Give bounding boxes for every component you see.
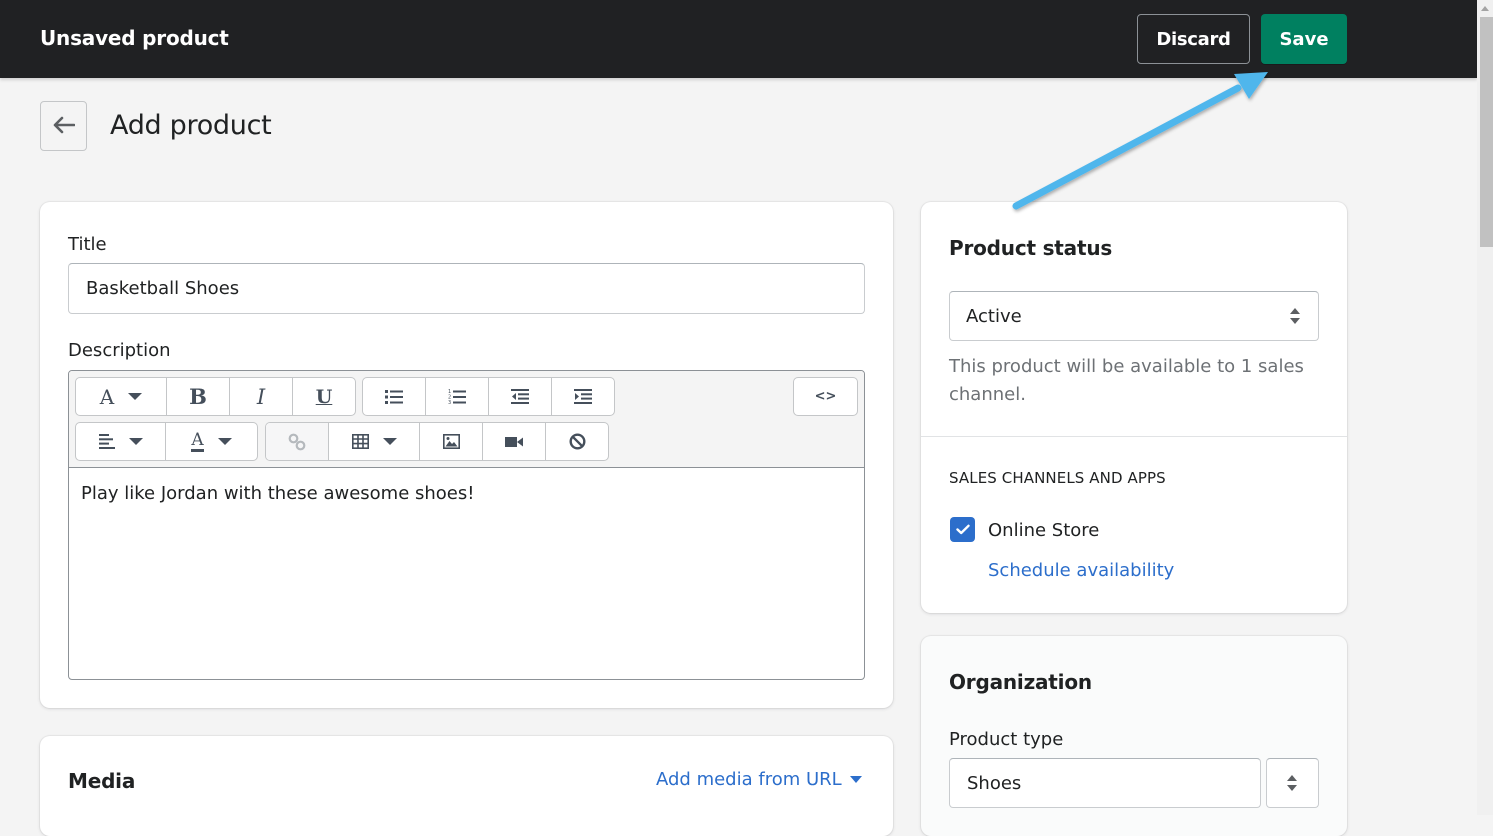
scrollbar-thumb[interactable] [1480, 17, 1493, 247]
description-label: Description [68, 340, 171, 361]
font-icon: A [99, 384, 115, 409]
code-icon: <> [814, 389, 837, 404]
text-color-button[interactable]: A [166, 423, 257, 460]
alignment-color-group: A [75, 422, 258, 461]
section-divider [921, 436, 1347, 437]
online-store-checkbox[interactable] [950, 517, 975, 542]
chevron-down-icon [128, 438, 143, 445]
outdent-icon [511, 389, 529, 404]
discard-button[interactable]: Discard [1137, 14, 1250, 64]
caret-down-icon [849, 776, 862, 783]
description-editor[interactable]: A B I U 123 <> A Play like Jordan with t… [68, 370, 865, 680]
select-arrows-icon [1290, 308, 1300, 324]
product-type-select-button[interactable] [1266, 758, 1319, 808]
status-select-value: Active [966, 305, 1022, 327]
html-toggle-group: <> [793, 377, 858, 416]
title-label: Title [68, 234, 107, 255]
text-color-icon: A [191, 429, 204, 452]
status-help-text: This product will be available to 1 sale… [949, 356, 1304, 405]
italic-icon: I [256, 384, 266, 409]
checkmark-icon [955, 524, 970, 535]
bold-icon: B [189, 384, 207, 409]
image-icon [442, 434, 460, 449]
sales-channels-heading: SALES CHANNELS AND APPS [949, 469, 1166, 487]
text-style-group: A B I U [75, 377, 356, 416]
show-html-button[interactable]: <> [794, 378, 857, 415]
bulleted-list-icon [385, 389, 403, 404]
add-media-from-url-label: Add media from URL [656, 769, 842, 790]
arrow-left-icon [53, 116, 75, 137]
chevron-down-icon [128, 393, 143, 400]
product-type-label: Product type [949, 729, 1064, 750]
chevron-down-icon [382, 438, 397, 445]
organization-card: Organization Product type Shoes [921, 636, 1347, 836]
bold-button[interactable]: B [167, 378, 230, 415]
media-title: Media [68, 769, 136, 793]
table-button[interactable] [329, 423, 420, 460]
online-store-label: Online Store [988, 520, 1100, 541]
chevron-down-icon [217, 438, 232, 445]
numbered-list-button[interactable]: 123 [426, 378, 489, 415]
title-input[interactable]: Basketball Shoes [68, 263, 865, 314]
link-button[interactable] [266, 423, 329, 460]
save-button[interactable]: Save [1261, 14, 1347, 64]
contextual-save-bar: Unsaved product Discard Save [0, 0, 1477, 78]
link-icon [288, 433, 306, 450]
organization-title: Organization [949, 670, 1092, 694]
numbered-list-icon: 123 [448, 389, 466, 405]
align-button[interactable] [76, 423, 167, 460]
font-style-button[interactable]: A [76, 378, 167, 415]
status-select[interactable]: Active [949, 291, 1319, 341]
unsaved-title: Unsaved product [40, 26, 229, 50]
clear-formatting-button[interactable] [546, 423, 608, 460]
underline-icon: U [315, 385, 333, 408]
editor-toolbar: A B I U 123 <> A [69, 371, 864, 468]
bulleted-list-button[interactable] [363, 378, 426, 415]
scroll-up-arrow-icon[interactable] [1481, 6, 1489, 11]
media-card: Media Add media from URL [40, 736, 893, 836]
insert-image-button[interactable] [420, 423, 483, 460]
page-title: Add product [110, 110, 272, 141]
insert-video-button[interactable] [483, 423, 546, 460]
svg-text:3: 3 [448, 400, 451, 405]
list-group: 123 [362, 377, 615, 416]
video-icon [505, 436, 523, 447]
product-details-card: Title Basketball Shoes Description A B I… [40, 202, 893, 708]
description-content[interactable]: Play like Jordan with these awesome shoe… [81, 483, 474, 504]
indent-button[interactable] [552, 378, 614, 415]
product-type-value: Shoes [967, 772, 1022, 794]
table-icon [351, 434, 369, 449]
back-button[interactable] [40, 101, 87, 151]
schedule-availability-link[interactable]: Schedule availability [988, 560, 1174, 581]
insert-group [265, 422, 609, 461]
align-left-icon [98, 434, 115, 449]
vertical-scrollbar[interactable] [1477, 0, 1493, 815]
product-status-card: Product status Active This product will … [921, 202, 1347, 613]
indent-icon [574, 389, 592, 404]
title-input-value: Basketball Shoes [86, 278, 240, 299]
select-arrows-icon [1287, 775, 1297, 791]
product-status-title: Product status [949, 236, 1113, 260]
clear-formatting-icon [568, 433, 586, 450]
outdent-button[interactable] [489, 378, 552, 415]
product-type-input[interactable]: Shoes [949, 758, 1261, 808]
underline-button[interactable]: U [293, 378, 355, 415]
add-media-from-url-link[interactable]: Add media from URL [656, 769, 862, 790]
italic-button[interactable]: I [230, 378, 293, 415]
